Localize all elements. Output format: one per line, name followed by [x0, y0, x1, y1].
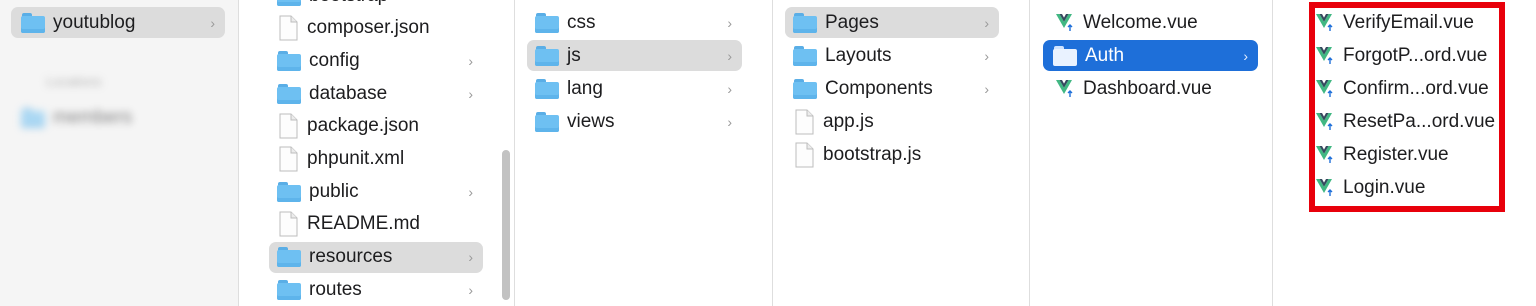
sidebar-item-members[interactable]: members [11, 102, 225, 133]
list-item-app-js[interactable]: app.js [785, 106, 999, 137]
item-label: database [309, 82, 388, 104]
document-icon [795, 109, 814, 134]
folder-icon [21, 107, 45, 128]
document-icon [795, 142, 814, 167]
sidebar-section-heading: Locations [46, 74, 102, 89]
list-item-database[interactable]: database › [269, 78, 483, 109]
chevron-right-icon: › [727, 14, 732, 31]
list-item-pages[interactable]: Pages › [785, 7, 999, 38]
item-label: config [309, 49, 360, 71]
chevron-right-icon: › [984, 47, 989, 64]
item-label: routes [309, 278, 362, 300]
document-icon [279, 146, 298, 172]
item-label: lang [567, 77, 603, 99]
chevron-right-icon: › [984, 80, 989, 97]
chevron-right-icon: › [727, 113, 732, 130]
folder-icon [535, 45, 559, 66]
item-label: Dashboard.vue [1083, 77, 1212, 99]
list-item-components[interactable]: Components › [785, 73, 999, 104]
vue-file-icon [1056, 13, 1073, 31]
folder-icon [793, 78, 817, 99]
column-pages: Welcome.vue Auth › Dashboard.vue [1030, 0, 1272, 306]
item-label: composer.json [307, 17, 430, 39]
item-label: Layouts [825, 44, 892, 66]
item-label: Welcome.vue [1083, 11, 1198, 33]
chevron-right-icon: › [727, 47, 732, 64]
column-resources: css › js › lang › views › [515, 0, 772, 306]
list-item-lang[interactable]: lang › [527, 73, 742, 104]
list-item-views[interactable]: views › [527, 106, 742, 137]
sidebar-item-label: youtublog [53, 11, 136, 33]
list-item-resources[interactable]: resources › [269, 241, 483, 273]
list-item-css[interactable]: css › [527, 7, 742, 38]
sidebar-item-youtublog[interactable]: youtublog › [11, 7, 225, 38]
document-icon [279, 113, 298, 139]
document-icon [279, 211, 298, 237]
list-item-package-json[interactable]: package.json [269, 111, 483, 142]
list-item-config[interactable]: config › [269, 45, 483, 76]
item-label: README.md [307, 213, 420, 235]
highlight-box [1309, 2, 1505, 212]
folder-icon [277, 83, 301, 104]
column-project-root: bootstrap›composer.jsonconfig›database›p… [239, 0, 514, 306]
folder-icon [277, 0, 301, 6]
chevron-right-icon: › [1243, 47, 1248, 64]
document-icon [279, 15, 298, 41]
item-label: app.js [823, 110, 874, 132]
sidebar-item-label: members [53, 106, 133, 128]
folder-icon [793, 12, 817, 33]
vue-file-icon [1056, 79, 1073, 97]
item-label: Auth [1085, 44, 1125, 66]
item-label: css [567, 11, 596, 33]
folder-icon [277, 181, 301, 202]
item-label: bootstrap.js [823, 143, 922, 165]
folder-icon [1053, 45, 1077, 66]
folder-icon [535, 12, 559, 33]
item-label: js [567, 44, 581, 66]
chevron-right-icon: › [468, 85, 473, 102]
item-label: views [567, 110, 615, 132]
item-label: Pages [825, 11, 879, 33]
chevron-right-icon: › [984, 14, 989, 31]
folder-icon [277, 50, 301, 71]
item-label: public [309, 180, 359, 202]
chevron-right-icon: › [468, 0, 473, 4]
list-item-routes[interactable]: routes › [269, 274, 483, 305]
item-label: Components [825, 77, 933, 99]
folder-icon [535, 111, 559, 132]
chevron-right-icon: › [468, 281, 473, 298]
list-item-dashboard-vue[interactable]: Dashboard.vue [1043, 73, 1258, 104]
item-label: resources [309, 246, 393, 268]
item-label: phpunit.xml [307, 148, 405, 169]
list-item-js[interactable]: js › [527, 40, 742, 71]
chevron-right-icon: › [727, 80, 732, 97]
column-js: Pages › Layouts › Components › app.js bootstrap… [773, 0, 1029, 306]
folder-icon [535, 78, 559, 99]
list-item-public[interactable]: public › [269, 176, 483, 207]
chevron-right-icon: › [468, 52, 473, 69]
item-label: package.json [307, 115, 419, 137]
folder-icon [277, 247, 301, 268]
chevron-right-icon: › [210, 14, 215, 31]
sidebar: youtublog › Locations members [0, 0, 238, 306]
item-label: bootstrap [309, 0, 388, 7]
list-item-phpunit-xml[interactable]: phpunit.xml [269, 144, 483, 175]
folder-icon [21, 12, 45, 33]
folder-icon [793, 45, 817, 66]
list-item-bootstrap-js[interactable]: bootstrap.js [785, 139, 999, 170]
chevron-right-icon: › [468, 183, 473, 200]
list-item-bootstrap[interactable]: bootstrap › [269, 0, 483, 11]
list-item-readme-md[interactable]: README.md [269, 209, 483, 240]
list-item-composer-json[interactable]: composer.json [269, 13, 483, 44]
list-item-welcome-vue[interactable]: Welcome.vue [1043, 7, 1258, 38]
vertical-scrollbar[interactable] [502, 150, 510, 300]
list-item-layouts[interactable]: Layouts › [785, 40, 999, 71]
folder-icon [277, 279, 301, 300]
chevron-right-icon: › [468, 249, 473, 266]
list-item-auth[interactable]: Auth › [1043, 40, 1258, 71]
